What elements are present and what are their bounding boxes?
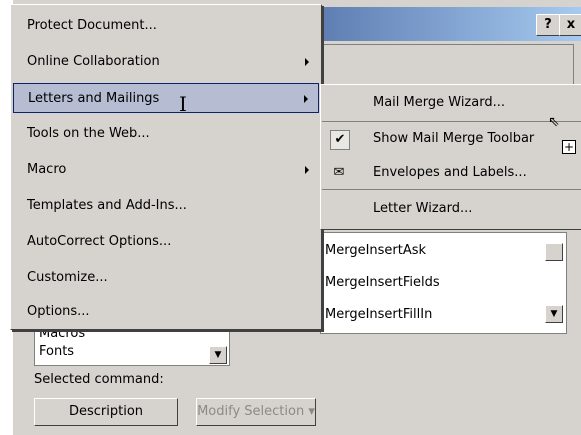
menu-item-label: Macro [27,162,67,177]
envelope-icon: ✉ [333,165,345,180]
help-button[interactable]: ? [536,14,560,36]
modify-selection-button[interactable]: Modify Selection ▾ [196,398,316,426]
menu-item-label: Customize... [27,270,108,285]
plus-icon: + [562,140,576,154]
menu-item-macro[interactable]: Macro [13,155,319,185]
menu-item-label: Letters and Mailings [28,91,160,106]
submenu-item-show-mail-merge-toolbar[interactable]: ✔ Show Mail Merge Toolbar [322,123,581,155]
submenu-item-label: Show Mail Merge Toolbar [373,131,535,146]
menu-item-label: Protect Document... [27,18,157,33]
menu-item-tools-on-the-web[interactable]: Tools on the Web... [13,119,319,149]
submenu-arrow-icon [305,58,309,66]
divider [322,121,581,122]
menu-item-protect-document[interactable]: Protect Document... [13,11,319,41]
list-item[interactable]: MergeInsertFields [325,275,440,290]
menu-item-label: Online Collaboration [27,54,160,69]
menu-item-letters-and-mailings[interactable]: Letters and Mailings [13,83,319,113]
description-button[interactable]: Description [34,398,178,426]
submenu-item-letter-wizard[interactable]: Letter Wizard... [322,193,581,225]
submenu-item-envelopes-and-labels[interactable]: ✉ Envelopes and Labels... [322,157,581,189]
menu-item-online-collaboration[interactable]: Online Collaboration [13,47,319,77]
menu-item-label: Options... [27,304,90,319]
selected-command-label: Selected command: [34,372,164,387]
close-button[interactable]: x [559,14,581,36]
drag-cursor-icon: ⇖ [548,114,560,130]
list-item[interactable]: MergeInsertFillIn [325,307,432,322]
submenu-arrow-icon [304,95,308,103]
submenu-arrow-icon [305,166,309,174]
submenu-item-label: Envelopes and Labels... [373,165,527,180]
menu-item-label: Templates and Add-Ins... [27,198,187,213]
ibeam-cursor-icon: I [179,92,187,116]
checkmark-icon: ✔ [330,130,350,150]
tools-menu: Protect Document... Online Collaboration… [10,4,322,330]
modify-selection-label: Modify Selection [197,404,305,419]
scroll-down-icon[interactable]: ▼ [209,346,227,364]
categories-list[interactable]: Macros Fonts ▼ [34,325,230,366]
menu-item-options[interactable]: Options... [13,297,319,327]
submenu-item-label: Letter Wizard... [373,201,473,216]
commands-list[interactable]: MergeInsertAsk MergeInsertFields MergeIn… [320,232,567,334]
menu-item-templates-and-addins[interactable]: Templates and Add-Ins... [13,191,319,221]
scroll-thumb[interactable] [545,243,563,261]
chevron-down-icon: ▾ [308,404,315,419]
menu-item-customize[interactable]: Customize... [13,263,319,293]
letters-and-mailings-submenu: Mail Merge Wizard... ✔ Show Mail Merge T… [320,84,581,230]
submenu-item-mail-merge-wizard[interactable]: Mail Merge Wizard... [322,87,581,119]
divider [322,189,581,190]
menu-item-label: Tools on the Web... [27,126,150,141]
list-item[interactable]: MergeInsertAsk [325,243,426,258]
menu-item-autocorrect-options[interactable]: AutoCorrect Options... [13,227,319,257]
submenu-item-label: Mail Merge Wizard... [373,95,505,110]
menu-item-label: AutoCorrect Options... [27,234,172,249]
scroll-down-icon[interactable]: ▼ [545,305,563,323]
list-item[interactable]: Fonts [39,344,74,359]
